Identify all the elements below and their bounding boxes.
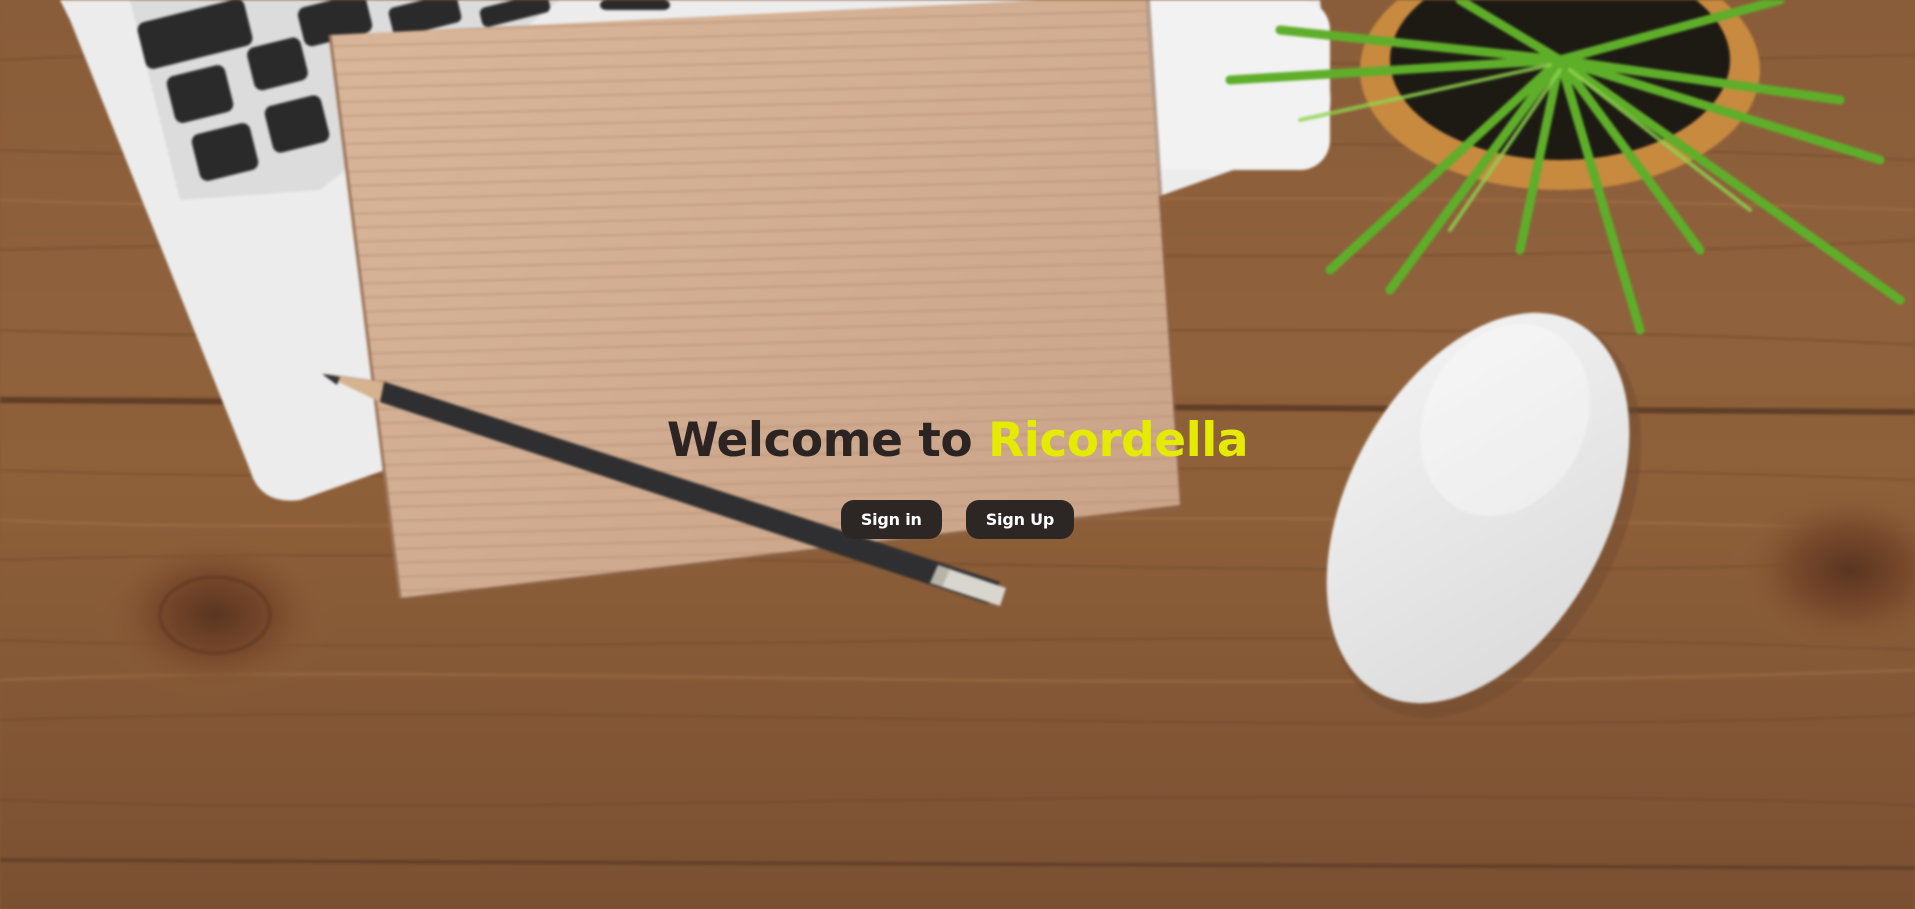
brand-name: Ricordella [988, 413, 1249, 468]
sign-in-button[interactable]: Sign in [840, 500, 942, 539]
page-title: Welcome to Ricordella [0, 408, 1915, 474]
hero: Welcome to Ricordella Sign in Sign Up [0, 408, 1915, 539]
sign-up-button[interactable]: Sign Up [965, 500, 1075, 539]
auth-actions: Sign in Sign Up [0, 500, 1915, 539]
landing-page: Welcome to Ricordella Sign in Sign Up [0, 0, 1915, 909]
title-prefix: Welcome to [666, 413, 973, 468]
